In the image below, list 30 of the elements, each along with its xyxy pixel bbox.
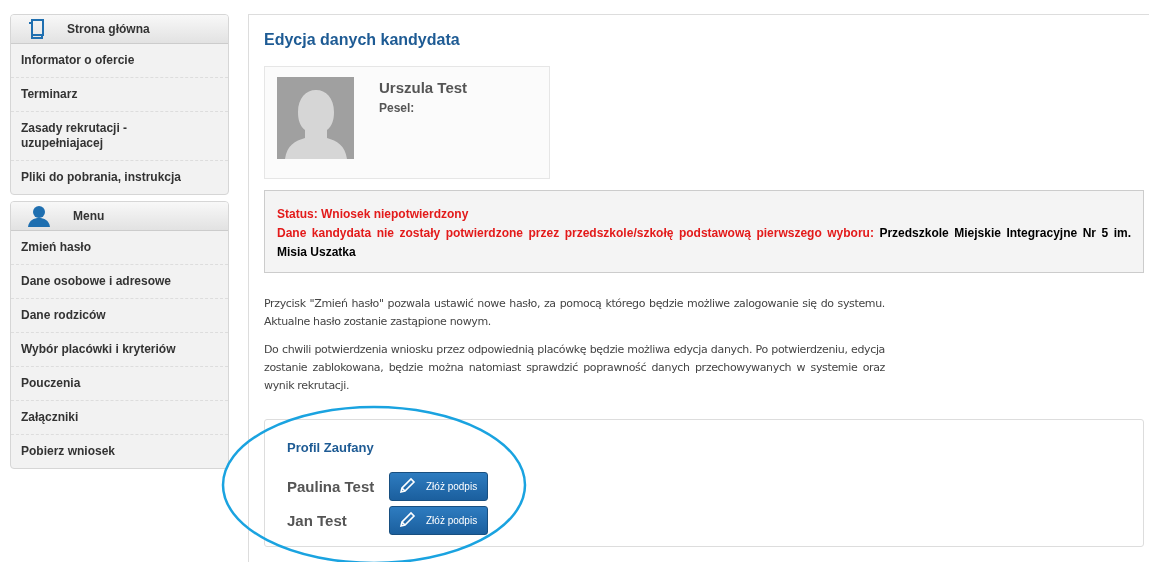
sidebar-item[interactable]: Pobierz wniosek (11, 435, 228, 468)
signer-name: Paulina Test (287, 477, 376, 495)
signer-name: Jan Test (287, 511, 348, 529)
document-icon (27, 19, 45, 39)
info-paragraph: Do chwili potwierdzenia wniosku przez odpowiednią placówkę będzie możliwa edycja danych. Po potwierdzeniu, edycja zostanie zablokowana, będzie można natomiast sprawdzić poprawność danych przechowywanych w systemie oraz wynik rekrutacji. (264, 342, 885, 394)
person-icon (27, 205, 51, 227)
pencil-icon (398, 477, 416, 495)
sidebar-item[interactable]: Załączniki (11, 401, 228, 435)
sidebar-item[interactable]: Zasady rekrutacji - uzupełniajacej (11, 112, 228, 161)
pesel-label: Pesel: (379, 101, 416, 115)
sidebar-item[interactable]: Dane osobowe i adresowe (11, 265, 228, 299)
info-paragraph: Przycisk "Zmień hasło" pozwala ustawić nowe hasło, za pomocą którego będzie możliwe zalogowanie się do systemu. Aktualne hasło zostanie zastąpione nowym. (264, 296, 885, 330)
panel-title: Strona główna (67, 22, 150, 36)
sidebar-item[interactable]: Pliki do pobrania, instrukcja (11, 161, 228, 194)
candidate-name: Urszula Test (379, 79, 468, 96)
section-title: Profil Zaufany (287, 440, 375, 455)
sidebar-item[interactable]: Pouczenia (11, 367, 228, 401)
sign-button[interactable]: Złóż podpis (389, 471, 488, 501)
sidebar-item[interactable]: Dane rodziców (11, 299, 228, 333)
pencil-icon (398, 511, 416, 529)
sidebar-item[interactable]: Informator o ofercie (11, 44, 228, 78)
status-text: Status: Wniosek niepotwierdzony (277, 206, 470, 223)
page-title: Edycja danych kandydata (264, 31, 461, 49)
sidebar-item[interactable]: Zmień hasło (11, 231, 228, 265)
sidebar-item[interactable]: Terminarz (11, 78, 228, 112)
sign-button[interactable]: Złóż podpis (389, 505, 488, 535)
sidebar-item[interactable]: Wybór placówki i kryteriów (11, 333, 228, 367)
status-message: Dane kandydata nie zostały potwierdzone przez przedszkole/szkołę podstawową pierwszego wyboru: Przedszkole Miejskie Integracyjne Nr 5 im. Misia Uszatka (277, 225, 1131, 261)
avatar-icon (277, 77, 354, 159)
panel-title: Menu (73, 209, 105, 223)
